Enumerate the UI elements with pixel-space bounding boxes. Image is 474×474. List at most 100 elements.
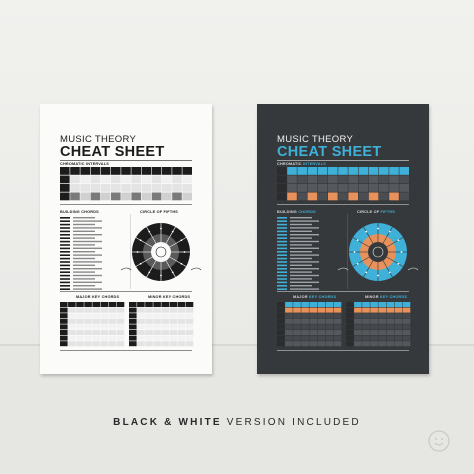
- chord-formula-line: [290, 268, 319, 270]
- chord-name-line: [60, 264, 70, 267]
- interval-cell: [100, 175, 111, 184]
- chord-name-line: [277, 268, 287, 270]
- key-chord-cell: [333, 341, 342, 347]
- interval-cell: [277, 192, 287, 201]
- interval-cell: [297, 192, 307, 201]
- chord-name-line: [60, 247, 70, 250]
- interval-cell: [348, 167, 358, 175]
- key-chord-cell: [293, 330, 301, 335]
- key-chord-cell: [100, 318, 109, 324]
- interval-cell: [368, 167, 379, 175]
- poster-graphics: [60, 160, 202, 351]
- chord-name-line: [277, 217, 287, 219]
- key-chord-cell: [394, 318, 403, 324]
- key-chord-cell: [116, 335, 125, 341]
- interval-cell: [338, 175, 348, 184]
- chord-formula-line: [290, 271, 312, 273]
- title-rule: [277, 160, 409, 161]
- key-chord-cell: [76, 324, 84, 330]
- key-chord-cell: [277, 341, 285, 347]
- key-chord-cell: [354, 302, 362, 307]
- chord-formula-line: [73, 268, 102, 270]
- key-chord-cell: [169, 330, 178, 335]
- key-chord-cell: [362, 302, 370, 307]
- circle-note-dot: [356, 239, 359, 242]
- interval-cell: [328, 184, 338, 192]
- circle-note-dot: [353, 251, 356, 253]
- chord-name-line: [277, 254, 287, 256]
- interval-cell: [90, 184, 101, 192]
- key-chord-cell: [333, 313, 342, 319]
- circle-note-dot: [388, 230, 391, 233]
- key-chord-cell: [362, 330, 370, 335]
- chord-formula-line: [73, 247, 102, 249]
- circle-note-dot: [180, 239, 183, 242]
- key-chord-cell: [293, 313, 301, 319]
- key-chord-cell: [129, 341, 137, 347]
- circle-annotation: [337, 267, 349, 271]
- section-minor-heading: MINOR KEY CHORDS: [365, 295, 408, 299]
- interval-cell: [317, 167, 328, 175]
- key-chord-cell: [325, 341, 334, 347]
- chord-name-line: [277, 223, 287, 226]
- key-chord-cell: [153, 318, 161, 324]
- interval-cell: [182, 184, 192, 192]
- key-chord-cell: [177, 341, 186, 347]
- chord-formula-line: [73, 251, 95, 253]
- chord-formula-line: [73, 230, 95, 232]
- chord-formula-line: [290, 244, 312, 246]
- key-chord-cell: [354, 318, 362, 324]
- key-chord-cell: [100, 324, 109, 330]
- interval-cell: [100, 184, 111, 192]
- key-chord-cell: [137, 307, 145, 313]
- key-chord-cell: [185, 313, 194, 319]
- chord-formula-line: [73, 254, 102, 256]
- key-chord-cell: [185, 341, 194, 347]
- interval-cell: [399, 175, 409, 184]
- interval-cell: [297, 167, 307, 175]
- chord-formula-line: [73, 220, 102, 222]
- interval-cell: [162, 192, 172, 201]
- interval-cell: [379, 192, 389, 201]
- key-chord-cell: [100, 341, 109, 347]
- interval-cell: [70, 175, 80, 184]
- key-chord-cell: [177, 318, 186, 324]
- key-chord-cell: [285, 302, 293, 307]
- section-rule: [60, 291, 192, 292]
- key-chord-cell: [76, 330, 84, 335]
- key-chord-cell: [378, 313, 386, 319]
- circle-annotation: [190, 267, 202, 271]
- key-chord-cell: [370, 313, 378, 319]
- circle-note-dot: [148, 271, 151, 274]
- circle-note-dot: [148, 230, 151, 233]
- key-chord-cell: [325, 324, 334, 330]
- key-chord-cell: [370, 318, 378, 324]
- key-chord-cell: [317, 307, 326, 313]
- interval-cell: [151, 167, 162, 175]
- face-logo-icon: [428, 430, 450, 452]
- circle-note-dot: [136, 251, 139, 253]
- key-chord-cell: [108, 302, 117, 307]
- circle-note-dot: [139, 239, 142, 242]
- circle-note-dot: [139, 262, 142, 265]
- interval-cell: [131, 167, 141, 175]
- chord-formula-line: [290, 288, 319, 290]
- key-chord-cell: [325, 313, 334, 319]
- key-chord-cell: [293, 324, 301, 330]
- key-chord-cell: [100, 330, 109, 335]
- chord-name-line: [60, 237, 70, 239]
- key-chord-cell: [100, 307, 109, 313]
- key-chord-cell: [161, 330, 169, 335]
- interval-cell: [358, 192, 369, 201]
- chord-name-line: [277, 288, 287, 290]
- key-chord-cell: [84, 330, 92, 335]
- key-chord-cell: [60, 335, 68, 341]
- interval-cell: [317, 175, 328, 184]
- key-chord-cell: [129, 313, 137, 319]
- key-chord-cell: [309, 302, 317, 307]
- chord-formula-line: [73, 234, 102, 236]
- key-chord-cell: [402, 335, 411, 341]
- interval-cell: [70, 167, 80, 175]
- interval-cell: [111, 175, 121, 184]
- chord-name-line: [277, 234, 287, 236]
